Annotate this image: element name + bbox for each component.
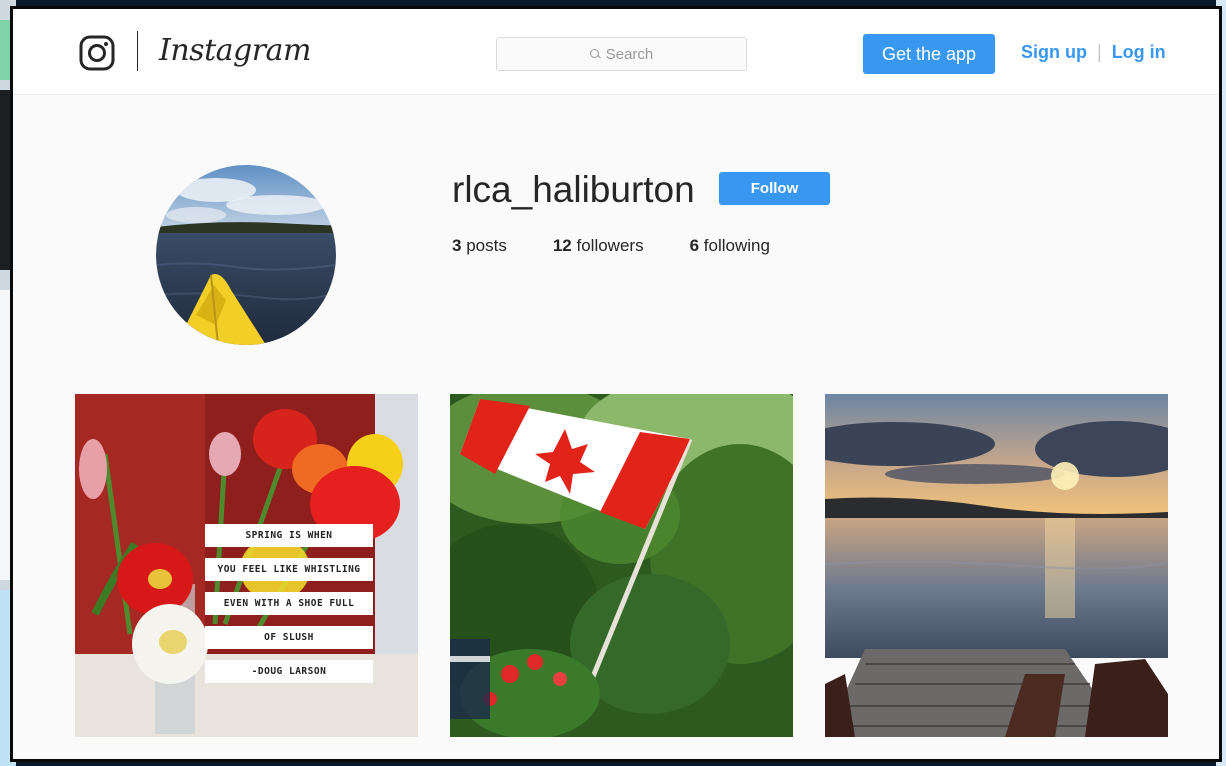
search-placeholder: Search — [605, 45, 654, 63]
posts-stat: 3 posts — [452, 236, 507, 255]
quote-line: -DOUG LARSON — [205, 660, 373, 683]
instagram-wordmark[interactable]: Instagram — [159, 33, 311, 68]
follow-button[interactable]: Follow — [719, 172, 830, 205]
top-nav-bar: Instagram Search Get the app Sign up | L… — [13, 9, 1219, 95]
post-thumbnail-sunset-lake[interactable] — [825, 394, 1168, 737]
profile-stats: 3 posts 12 followers 6 following — [452, 236, 770, 256]
post-thumbnail-canada-flag[interactable] — [450, 394, 793, 737]
followers-stat[interactable]: 12 followers — [553, 236, 644, 256]
following-stat[interactable]: 6 following — [690, 236, 770, 256]
search-icon — [589, 49, 600, 59]
browser-window: Instagram Search Get the app Sign up | L… — [10, 6, 1222, 762]
quote-line: OF SLUSH — [205, 626, 373, 649]
profile-avatar[interactable] — [156, 165, 336, 345]
log-in-link[interactable]: Log in — [1112, 42, 1166, 63]
get-the-app-button[interactable]: Get the app — [863, 34, 995, 74]
quote-overlay: SPRING IS WHEN YOU FEEL LIKE WHISTLING E… — [205, 524, 373, 683]
auth-separator: | — [1097, 42, 1102, 62]
quote-line: YOU FEEL LIKE WHISTLING — [205, 558, 373, 581]
quote-line: SPRING IS WHEN — [205, 524, 373, 547]
quote-line: EVEN WITH A SHOE FULL — [205, 592, 373, 615]
logo-divider — [137, 31, 138, 71]
auth-links: Sign up | Log in — [1021, 42, 1166, 63]
post-thumbnail-tulips[interactable]: SPRING IS WHEN YOU FEEL LIKE WHISTLING E… — [75, 394, 418, 737]
search-input[interactable]: Search — [496, 37, 747, 71]
instagram-camera-icon[interactable] — [79, 35, 115, 71]
profile-username: rlca_haliburton — [452, 169, 695, 210]
sign-up-link[interactable]: Sign up — [1021, 42, 1087, 63]
